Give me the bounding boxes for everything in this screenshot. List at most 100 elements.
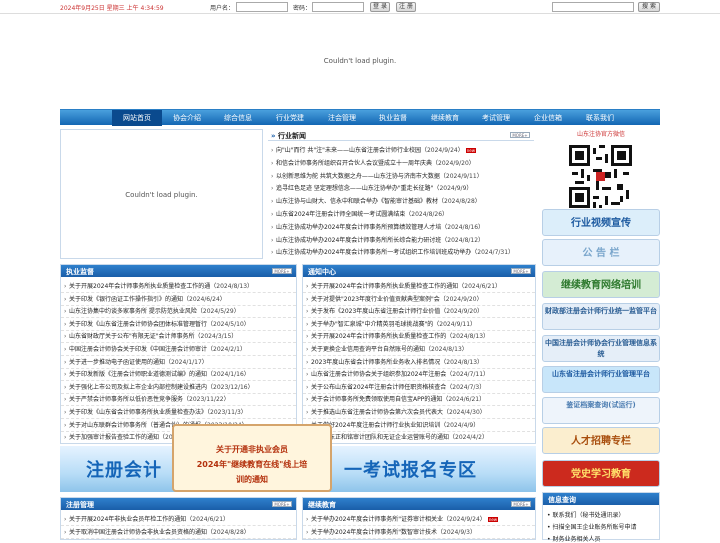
list-item[interactable]: › 山东省注册会计师协会关于组织参加2024年注册会（2024/7/11） xyxy=(303,368,535,382)
bullet-icon: › xyxy=(306,358,309,366)
list-item[interactable]: › 关于印发《山东省注册会计师协会团体标准管理暂行（2024/5/10） xyxy=(61,318,296,331)
search-button[interactable]: 搜 索 xyxy=(638,2,660,12)
industry-news-section: » 行业新闻 MORE+ › 向"山"而行 共"注"未来——山东省注册会计师行业校… xyxy=(268,129,534,259)
login-button[interactable]: 登 录 xyxy=(370,2,390,12)
list-item[interactable]: › 山东省2024年注册会计师全国统一考试圆满结束（2024/8/26） xyxy=(268,208,534,221)
edu-more-button[interactable]: MORE+ xyxy=(511,501,531,507)
industry-news-more-button[interactable]: MORE+ xyxy=(510,132,530,138)
sidebar-button-6[interactable]: 鉴证档案查询(试运行) xyxy=(542,397,660,424)
list-item-suffix: ） xyxy=(468,159,475,167)
cpa-mgmt-panel: 注册管理 MORE+ › 关于开展2024年非执业会员年检工作的通知（2024/6… xyxy=(60,497,297,540)
nav-supervision[interactable]: 执业监督 xyxy=(373,110,413,126)
nav-cpa-mgmt[interactable]: 注会管理 xyxy=(322,110,362,126)
username-input[interactable] xyxy=(236,2,288,12)
info-query-title: 信息查询 xyxy=(548,496,576,504)
list-item[interactable]: › 和信会计师事务所组织召开合伙人会议暨成立十一周年庆典（2024/9/20） xyxy=(268,157,534,170)
list-item[interactable]: › 关于推选山东省注册会计师协会第六次会员代表大（2024/4/30） xyxy=(303,406,535,419)
nav-mailbox[interactable]: 企业信箱 xyxy=(528,110,568,126)
cpa-mgmt-more-button[interactable]: MORE+ xyxy=(272,501,292,507)
list-item-text: 关于开展2024年会计师事务所执业质量检查工作的（ xyxy=(311,333,453,341)
list-item[interactable]: › 2023年度山东省会计师事务所业务收入排名情况（2024/8/13） xyxy=(303,356,535,369)
list-item-suffix: ） xyxy=(233,308,240,316)
password-input[interactable] xyxy=(312,2,364,12)
list-item[interactable]: ›关于做好2024年度注册会计师行业执业知识培训（2024/4/9） xyxy=(303,419,535,432)
list-item[interactable]: › 山东注协成功举办2024年度会计师事务所预算绩效管理人才培（2024/8/16… xyxy=(268,221,534,234)
list-item-suffix: ） xyxy=(243,371,250,379)
notices-more-button[interactable]: MORE+ xyxy=(511,268,531,274)
search-input[interactable] xyxy=(552,2,634,12)
bullet-icon: › xyxy=(306,308,309,316)
list-item[interactable]: › 关于开展2024年会计师事务所执业质量检查工作的通知（2024/6/21） xyxy=(303,280,535,293)
nav-party[interactable]: 行业党建 xyxy=(270,110,310,126)
sidebar-button-2[interactable]: 继续教育网络培训 xyxy=(542,271,660,298)
notices-panel: 通知中心 MORE+ › 关于开展2024年会计师事务所执业质量检查工作的通知（2… xyxy=(302,264,536,444)
nav-exam[interactable]: 考试管理 xyxy=(476,110,516,126)
list-item[interactable]: › 关于更换企业信用查询平台自然账号的通知（2024/8/13） xyxy=(303,343,535,356)
supervision-more-button[interactable]: MORE+ xyxy=(272,268,292,274)
sidebar-button-0[interactable]: 行业视频宣传 xyxy=(542,209,660,236)
list-item-text: 关于发布《2023年度山东省注册会计师行业价值（ xyxy=(311,308,447,316)
nav-about[interactable]: 协会介绍 xyxy=(167,110,207,126)
list-item[interactable]: ›关于山东正和铭审计团队和无证企业运营账号的通知（2024/4/2） xyxy=(303,431,535,443)
list-item[interactable]: › 向"山"而行 共"注"未来——山东省注册会计师行业校园（2024/9/24） n… xyxy=(268,144,534,157)
info-item-staff[interactable]: • 财务业务相关人员 xyxy=(547,534,600,543)
sidebar-button-7[interactable]: 人才招聘专栏 xyxy=(542,427,660,454)
list-item[interactable]: › 关于开展2024年会计师事务所执业质量检查工作的通（2024/8/13） xyxy=(61,280,296,293)
info-item-contact[interactable]: • 联系我们（秘书处通讯录） xyxy=(547,510,624,519)
list-item-date: 2024/8/13 xyxy=(431,346,462,353)
sidebar-button-4[interactable]: 中国注册会计师协会行业管理信息系统 xyxy=(542,335,660,362)
bullet-icon: › xyxy=(64,434,67,442)
sidebar-button-5[interactable]: 山东省注册会计师行业管理平台 xyxy=(542,366,660,393)
list-item[interactable]: › 关于举办"智汇泉城"中介精英羽毛球挑战赛"的（2024/9/11） xyxy=(303,318,535,331)
list-item-suffix: ） xyxy=(247,383,254,391)
list-item[interactable]: › 关于对提供"2023年度行业价值贡献典型案例"会（2024/9/20） xyxy=(303,293,535,306)
register-button[interactable]: 注 册 xyxy=(396,2,416,12)
nav-info[interactable]: 综合信息 xyxy=(218,110,258,126)
nav-home[interactable]: 网站首页 xyxy=(112,110,162,126)
list-item[interactable]: › 关于取消中国注册会计师协会非执业会员资格的通知（2024/8/28） xyxy=(61,526,296,539)
list-item-suffix: ） xyxy=(479,396,486,404)
nav-education[interactable]: 继续教育 xyxy=(425,110,465,126)
list-item[interactable]: › 关于严禁会计师事务所以低价恶性竞争服务（2023/11/22） xyxy=(61,393,296,407)
list-item[interactable]: › 中国注册会计师协会关于印发《中国注册会计师审计（2024/2/1） xyxy=(61,343,296,356)
list-item[interactable]: › 关于举办2024年度会计师事务所"数智审计技术（2024/9/3） xyxy=(303,526,535,539)
list-item-date: 2024/3/15 xyxy=(200,333,232,341)
list-item[interactable]: › 关于强化上市公司及拟上市企业内部控制建设推进内（2023/12/16） xyxy=(61,381,296,394)
industry-news-title: » 行业新闻 xyxy=(271,132,306,140)
list-item-text: 关于公布山东省2024年注册会计师任职资格核查合（ xyxy=(311,383,453,391)
list-item[interactable]: › 关于开展2024年会计师事务所执业质量检查工作的（2024/8/13） xyxy=(303,330,535,344)
bullet-icon: › xyxy=(306,295,309,303)
list-item[interactable]: › 山东注协与山财大、信永中和联合举办《智能审计基础》教材（2024/8/28） xyxy=(268,195,534,208)
list-item-date: 2024/1/16 xyxy=(213,371,244,379)
list-item[interactable]: › 关于印发《山东省会计师事务所执业质量检查办法》（2023/11/3） xyxy=(61,406,296,419)
nav-contact[interactable]: 联系我们 xyxy=(580,110,620,126)
list-item[interactable]: › 关于发布《2023年度山东省注册会计师行业价值（2024/9/20） xyxy=(303,305,535,319)
list-item[interactable]: › 山东注协成功举办2024年度会计师事务所一考试组织工作培训班成功举办（2024… xyxy=(268,246,534,259)
list-item[interactable]: › 关于会计师事务所免费领取使用自信宝APP的通知（2024/6/21） xyxy=(303,393,535,407)
sidebar-button-3[interactable]: 财政部注册会计师行业统一监管平台 xyxy=(542,303,660,330)
list-item[interactable]: › 以创新思维为舵 共筑大数据之舟——山东注协与济南市大数据（2024/9/11） xyxy=(268,170,534,183)
sidebar-button-1[interactable]: 公 告 栏 xyxy=(542,239,660,266)
bullet-icon: › xyxy=(64,528,67,536)
info-item-account[interactable]: • 扫描全国王企业账务所账号申请 xyxy=(547,522,636,531)
list-item[interactable]: › 山东注协成功举办2024年度会计师事务所所长综合能力研讨班（2024/8/12… xyxy=(268,234,534,247)
list-item-text: 和信会计师事务所组织召开合伙人会议暨成立十一周年庆典（ xyxy=(276,159,439,167)
list-item-date: 2024/1/17 xyxy=(171,358,202,366)
list-item-date: 2024/2/1 xyxy=(213,346,240,353)
list-item[interactable]: › 关于印发新版《注册会计师职业道德测试编》的通知（2024/1/16） xyxy=(61,368,296,382)
list-item[interactable]: › 山东注协集中约谈多家事务所 提示防范执业风险（2024/5/29） xyxy=(61,305,296,319)
list-item[interactable]: › 关于进一步推动电子函证使用的通知（2024/1/17） xyxy=(61,356,296,369)
list-item[interactable]: › 关于举办2024年度会计师事务所"证券审计相关业（2024/9/24） new xyxy=(303,513,535,526)
notice-popup[interactable]: 关于开通非执业会员 2024年"继续教育在线"线上培 训的通知 xyxy=(172,424,332,492)
list-item[interactable]: › 山东省财政厅关于公布"有限无证"会计师事务所（2024/3/15） xyxy=(61,330,296,344)
list-item[interactable]: › 追寻红色足迹 坚定理想信念——山东注协举办"重走长征路"（2024/9/9） xyxy=(268,182,534,195)
video-plugin-box: Couldn't load plugin. xyxy=(60,129,263,259)
bullet-icon: › xyxy=(306,333,309,341)
list-item[interactable]: › 关于公布山东省2024年注册会计师任职资格核查合（2024/7/3） xyxy=(303,381,535,394)
list-item[interactable]: › 关于开展2024年非执业会员年检工作的通知（2024/6/21） xyxy=(61,513,296,526)
sidebar-button-8[interactable]: 党史学习教育 xyxy=(542,460,660,487)
list-item[interactable]: › 关于印发《银行函证工作操作指引》的通知（2024/6/24） xyxy=(61,293,296,306)
list-item-suffix: ） xyxy=(474,198,481,206)
banner-right-text: 一考试报名专区 xyxy=(344,460,477,481)
new-badge-icon: new xyxy=(465,148,477,153)
